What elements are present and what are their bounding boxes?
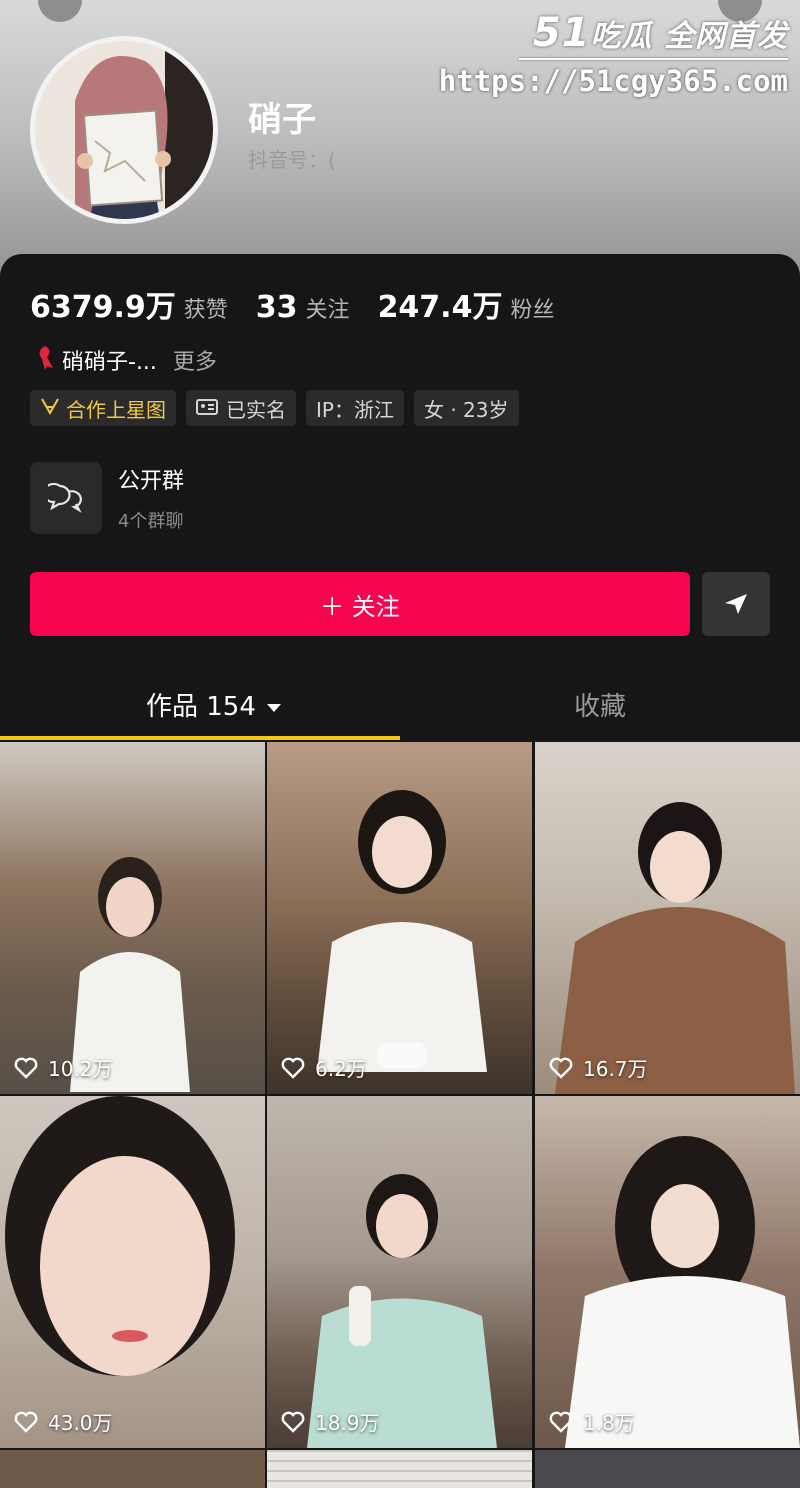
video-like-count: 16.7万: [549, 1053, 648, 1082]
heart-icon: [549, 1057, 573, 1079]
video-thumbnail[interactable]: 10.2万: [0, 742, 265, 1094]
video-thumbnail[interactable]: 6.2万: [267, 742, 532, 1094]
caret-down-icon: [266, 690, 282, 720]
video-thumbnail[interactable]: 16.7万: [535, 742, 800, 1094]
back-button[interactable]: [38, 0, 82, 22]
stat-following[interactable]: 33 关注: [256, 290, 350, 325]
tag-ip: IP：浙江: [306, 390, 404, 426]
group-title: 公开群: [118, 469, 185, 494]
public-group-entry[interactable]: 公开群 4个群聊: [30, 462, 184, 534]
stat-followers[interactable]: 247.4万 粉丝: [378, 282, 555, 326]
nickname: 硝子: [248, 100, 316, 140]
tab-favorites[interactable]: 收藏: [574, 686, 626, 723]
share-button[interactable]: [702, 572, 770, 636]
video-like-count: 10.2万: [14, 1053, 113, 1082]
active-tab-indicator: [0, 736, 400, 740]
profile-panel: 6379.9万 获赞 33 关注 247.4万 粉丝 硝硝子-... 更多 合作…: [0, 254, 800, 744]
watermark-divider: [518, 58, 788, 60]
video-like-count: 1.8万: [549, 1407, 635, 1436]
tag-star-chart[interactable]: 合作上星图: [30, 390, 176, 426]
bio: 硝硝子-... 更多: [34, 344, 217, 376]
watermark: 51吃瓜 全网首发 https://51cgy365.com: [439, 10, 788, 98]
tag-gender-age: 女 · 23岁: [413, 390, 519, 426]
video-like-count: 6.2万: [281, 1053, 367, 1082]
stats-row: 6379.9万 获赞 33 关注 247.4万 粉丝: [30, 282, 582, 326]
video-like-count: 18.9万: [281, 1407, 380, 1436]
video-thumbnail[interactable]: 1.8万: [535, 1096, 800, 1448]
bio-text: 硝硝子-...: [62, 350, 157, 375]
douyin-id: 抖音号：(: [248, 148, 336, 172]
video-thumbnail[interactable]: 18.9万: [267, 1096, 532, 1448]
heart-icon: [281, 1411, 305, 1433]
video-thumbnail[interactable]: [0, 1450, 265, 1488]
heart-icon: [549, 1411, 573, 1433]
avatar[interactable]: [30, 36, 218, 224]
watermark-brand: 51吃瓜 全网首发: [532, 10, 788, 56]
bio-more-link[interactable]: 更多: [173, 344, 217, 376]
tags-row: 合作上星图 已实名 IP：浙江 女 · 23岁: [30, 390, 529, 426]
video-thumbnail[interactable]: 43.0万: [0, 1096, 265, 1448]
follow-button[interactable]: ＋ 关注: [30, 572, 690, 636]
id-card-icon: [196, 396, 218, 420]
star-chart-icon: [40, 396, 60, 420]
send-icon: [725, 594, 747, 614]
tag-verified[interactable]: 已实名: [186, 390, 296, 426]
watermark-url: https://51cgy365.com: [438, 64, 788, 98]
ribbon-icon: [34, 344, 56, 376]
heart-icon: [281, 1057, 305, 1079]
video-like-count: 43.0万: [14, 1407, 113, 1436]
video-thumbnail[interactable]: [535, 1450, 800, 1488]
heart-icon: [14, 1411, 38, 1433]
stat-likes[interactable]: 6379.9万 获赞: [30, 282, 228, 326]
video-thumbnail[interactable]: [267, 1450, 532, 1488]
tab-works[interactable]: 作品 154: [146, 686, 282, 723]
group-count: 4个群聊: [118, 511, 184, 532]
heart-icon: [14, 1057, 38, 1079]
chat-bubbles-icon: [30, 462, 102, 534]
